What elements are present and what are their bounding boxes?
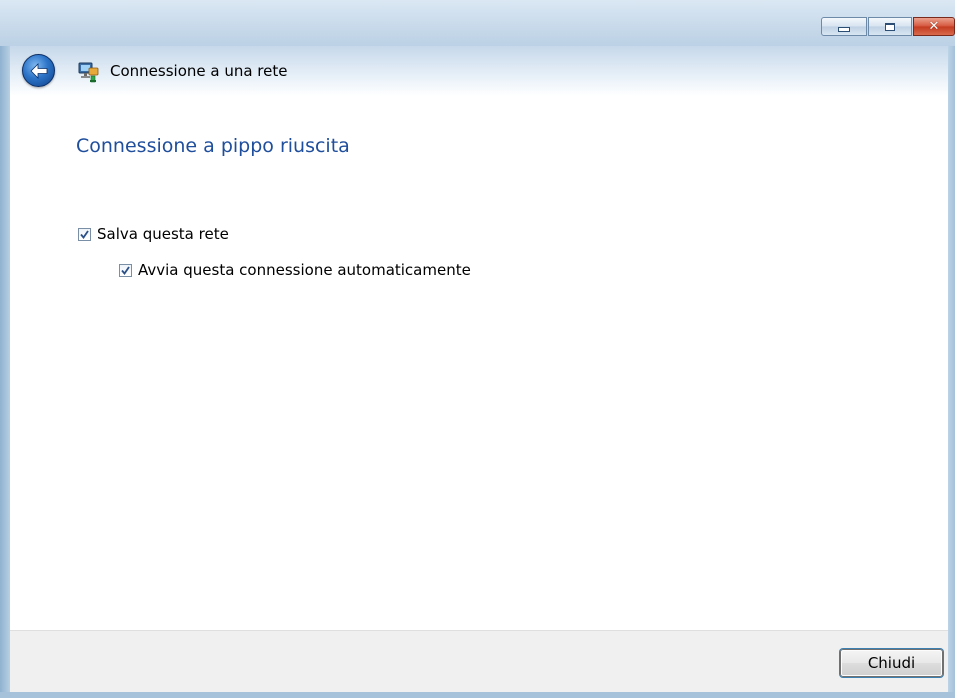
minimize-button[interactable] — [821, 17, 867, 36]
checkmark-icon — [121, 265, 130, 275]
close-window-button[interactable]: ✕ — [913, 17, 955, 36]
window-controls: ✕ — [821, 17, 955, 36]
save-network-checkbox[interactable] — [78, 227, 91, 241]
maximize-button[interactable] — [868, 17, 912, 36]
footer-bar — [10, 630, 948, 692]
close-button[interactable]: Chiudi — [840, 649, 943, 677]
back-button[interactable] — [22, 54, 55, 87]
auto-connect-label: Avvia questa connessione automaticamente — [138, 261, 471, 279]
close-icon: ✕ — [928, 19, 940, 34]
window-frame-bottom — [0, 692, 955, 698]
title-bar[interactable]: ✕ — [0, 0, 955, 46]
page-heading: Connessione a pippo riuscita — [76, 135, 350, 157]
auto-connect-option[interactable]: Avvia questa connessione automaticamente — [119, 261, 471, 279]
network-icon — [78, 62, 99, 83]
maximize-icon — [885, 22, 895, 31]
save-network-label: Salva questa rete — [97, 225, 229, 243]
save-network-option[interactable]: Salva questa rete — [78, 225, 229, 243]
window-frame-left — [0, 0, 10, 698]
window-frame-right — [948, 0, 955, 698]
auto-connect-checkbox[interactable] — [119, 263, 132, 277]
back-arrow-icon — [29, 62, 47, 79]
wizard-title: Connessione a una rete — [110, 62, 288, 80]
minimize-icon — [838, 27, 850, 32]
checkmark-icon — [80, 229, 89, 239]
